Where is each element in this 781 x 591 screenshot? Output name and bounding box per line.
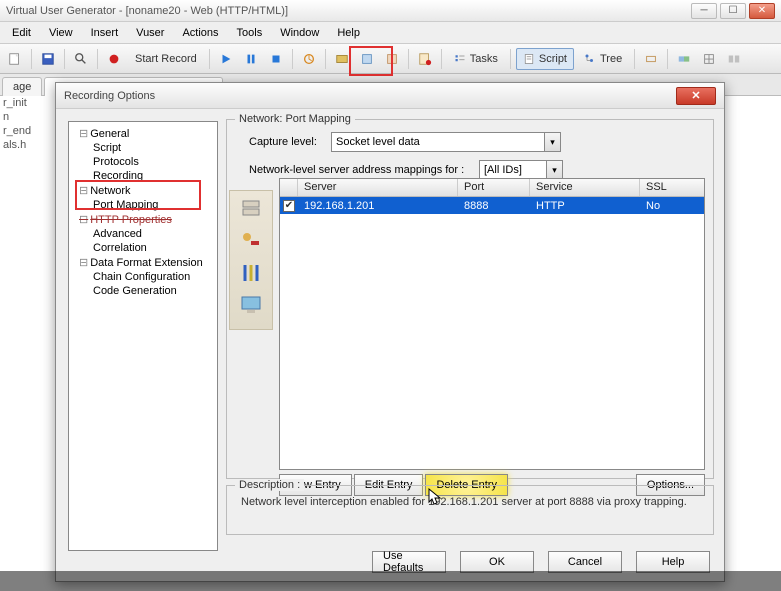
compile-icon[interactable] bbox=[298, 48, 320, 70]
tool-e-icon[interactable] bbox=[673, 48, 695, 70]
playback-overlay bbox=[0, 571, 781, 591]
recording-options-icon[interactable] bbox=[414, 48, 436, 70]
tool-g-icon[interactable] bbox=[723, 48, 745, 70]
tree-code-gen[interactable]: Code Generation bbox=[93, 284, 215, 298]
chevron-down-icon: ▾ bbox=[544, 133, 560, 151]
tree-http-properties[interactable]: ⊟HTTP Properties bbox=[79, 212, 215, 227]
recording-options-dialog: Recording Options ✕ ⊟General Script Prot… bbox=[55, 82, 725, 582]
tree-dfe[interactable]: ⊟Data Format Extension bbox=[79, 255, 215, 270]
pause-icon[interactable] bbox=[240, 48, 262, 70]
group-title: Network: Port Mapping bbox=[235, 113, 355, 125]
description-group: Description : Network level interception… bbox=[226, 485, 714, 535]
tree-recording[interactable]: Recording bbox=[93, 169, 215, 183]
tasks-button[interactable]: Tasks bbox=[447, 48, 505, 70]
main-toolbar: Start Record Tasks Script Tree bbox=[0, 44, 781, 74]
tool-d-icon[interactable] bbox=[640, 48, 662, 70]
menu-window[interactable]: Window bbox=[272, 25, 327, 41]
mappings-for-label: Network-level server address mappings fo… bbox=[249, 164, 473, 176]
cell-service: HTTP bbox=[530, 199, 640, 213]
menu-actions[interactable]: Actions bbox=[174, 25, 226, 41]
tool-f-icon[interactable] bbox=[698, 48, 720, 70]
col-service[interactable]: Service bbox=[530, 179, 640, 196]
play-icon[interactable] bbox=[215, 48, 237, 70]
table-row[interactable]: ✔ 192.168.1.201 8888 HTTP No bbox=[280, 197, 704, 214]
maximize-button[interactable]: ☐ bbox=[720, 3, 746, 19]
network-port-mapping-group: Network: Port Mapping Capture level: Soc… bbox=[226, 119, 714, 479]
dialog-titlebar: Recording Options ✕ bbox=[56, 83, 724, 109]
tool-b-icon[interactable] bbox=[356, 48, 378, 70]
save-icon[interactable] bbox=[37, 48, 59, 70]
cell-server: 192.168.1.201 bbox=[298, 199, 458, 213]
description-text: Network level interception enabled for 1… bbox=[235, 494, 705, 510]
menu-vuser[interactable]: Vuser bbox=[128, 25, 172, 41]
menu-edit[interactable]: Edit bbox=[4, 25, 39, 41]
main-titlebar: Virtual User Generator - [noname20 - Web… bbox=[0, 0, 781, 22]
tab-page[interactable]: age bbox=[2, 77, 42, 96]
minimize-button[interactable]: ─ bbox=[691, 3, 717, 19]
tree-script[interactable]: Script bbox=[93, 141, 215, 155]
search-icon[interactable] bbox=[70, 48, 92, 70]
menu-view[interactable]: View bbox=[41, 25, 81, 41]
window-title: Virtual User Generator - [noname20 - Web… bbox=[6, 5, 288, 17]
menu-insert[interactable]: Insert bbox=[83, 25, 127, 41]
row-checkbox[interactable]: ✔ bbox=[283, 200, 295, 212]
start-record-button[interactable]: Start Record bbox=[128, 48, 204, 70]
dialog-close-button[interactable]: ✕ bbox=[676, 87, 716, 105]
capture-level-label: Capture level: bbox=[249, 136, 325, 148]
description-label: Description : bbox=[235, 479, 304, 491]
options-tree[interactable]: ⊟General Script Protocols Recording ⊟Net… bbox=[68, 121, 218, 551]
dialog-title: Recording Options bbox=[64, 90, 155, 102]
cell-port: 8888 bbox=[458, 199, 530, 213]
menu-tools[interactable]: Tools bbox=[229, 25, 271, 41]
capture-level-select[interactable]: Socket level data▾ bbox=[331, 132, 561, 152]
script-button[interactable]: Script bbox=[516, 48, 574, 70]
help-button[interactable]: Help bbox=[636, 551, 710, 573]
mappings-table[interactable]: Server Port Service SSL ✔ 192.168.1.201 … bbox=[279, 178, 705, 470]
tree-correlation[interactable]: Correlation bbox=[93, 241, 215, 255]
cancel-button[interactable]: Cancel bbox=[548, 551, 622, 573]
tools-icon bbox=[239, 229, 263, 253]
stop-icon[interactable] bbox=[265, 48, 287, 70]
table-header: Server Port Service SSL bbox=[280, 179, 704, 197]
ok-button[interactable]: OK bbox=[460, 551, 534, 573]
left-gutter: r_init n r_end als.h bbox=[0, 96, 24, 152]
server-icon bbox=[239, 197, 263, 221]
tree-general[interactable]: ⊟General bbox=[79, 126, 215, 141]
chevron-down-icon: ▾ bbox=[546, 161, 562, 179]
close-button[interactable]: ✕ bbox=[749, 3, 775, 19]
tree-network[interactable]: ⊟Network bbox=[79, 183, 215, 198]
new-icon[interactable] bbox=[4, 48, 26, 70]
record-icon[interactable] bbox=[103, 48, 125, 70]
use-defaults-button[interactable]: Use Defaults bbox=[372, 551, 446, 573]
col-server[interactable]: Server bbox=[298, 179, 458, 196]
network-icon bbox=[239, 261, 263, 285]
tree-button[interactable]: Tree bbox=[577, 48, 629, 70]
col-ssl[interactable]: SSL bbox=[640, 179, 704, 196]
mappings-for-select[interactable]: [All IDs]▾ bbox=[479, 160, 563, 180]
tree-protocols[interactable]: Protocols bbox=[93, 155, 215, 169]
icon-sidebar bbox=[229, 190, 273, 330]
tool-c-icon[interactable] bbox=[381, 48, 403, 70]
col-port[interactable]: Port bbox=[458, 179, 530, 196]
menubar: Edit View Insert Vuser Actions Tools Win… bbox=[0, 22, 781, 44]
monitor-icon bbox=[239, 293, 263, 317]
tree-port-mapping[interactable]: Port Mapping bbox=[93, 198, 215, 212]
tree-advanced[interactable]: Advanced bbox=[93, 227, 215, 241]
tree-chain-config[interactable]: Chain Configuration bbox=[93, 270, 215, 284]
menu-help[interactable]: Help bbox=[329, 25, 368, 41]
tool-a-icon[interactable] bbox=[331, 48, 353, 70]
cell-ssl: No bbox=[640, 199, 704, 213]
